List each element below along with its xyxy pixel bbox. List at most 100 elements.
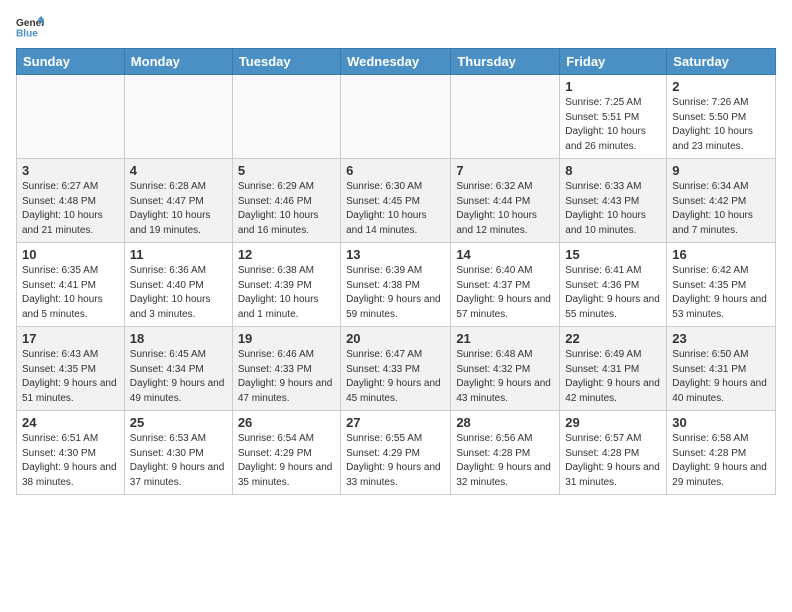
calendar-cell: 27 Sunrise: 6:55 AM Sunset: 4:29 PM Dayli… [341,411,451,495]
day-number: 16 [672,247,770,262]
calendar-cell: 11 Sunrise: 6:36 AM Sunset: 4:40 PM Dayli… [124,243,232,327]
day-info: Sunrise: 6:45 AM Sunset: 4:34 PM Dayligh… [130,348,227,406]
calendar-cell: 7 Sunrise: 6:32 AM Sunset: 4:44 PM Daylig… [451,159,560,243]
day-number: 6 [346,163,445,178]
day-info: Sunrise: 6:27 AM Sunset: 4:48 PM Dayligh… [22,180,119,238]
day-number: 27 [346,415,445,430]
day-info: Sunrise: 6:49 AM Sunset: 4:31 PM Dayligh… [565,348,661,406]
day-info: Sunrise: 6:35 AM Sunset: 4:41 PM Dayligh… [22,264,119,322]
calendar-cell: 26 Sunrise: 6:54 AM Sunset: 4:29 PM Dayli… [232,411,340,495]
calendar-cell [451,75,560,159]
day-info: Sunrise: 6:42 AM Sunset: 4:35 PM Dayligh… [672,264,770,322]
day-number: 12 [238,247,335,262]
calendar-cell [232,75,340,159]
day-info: Sunrise: 6:56 AM Sunset: 4:28 PM Dayligh… [456,432,554,490]
day-info: Sunrise: 6:41 AM Sunset: 4:36 PM Dayligh… [565,264,661,322]
day-info: Sunrise: 6:46 AM Sunset: 4:33 PM Dayligh… [238,348,335,406]
calendar-cell: 20 Sunrise: 6:47 AM Sunset: 4:33 PM Dayli… [341,327,451,411]
calendar-cell: 3 Sunrise: 6:27 AM Sunset: 4:48 PM Daylig… [17,159,125,243]
weekday-header-friday: Friday [560,49,667,75]
day-info: Sunrise: 6:54 AM Sunset: 4:29 PM Dayligh… [238,432,335,490]
calendar-week-4: 24 Sunrise: 6:51 AM Sunset: 4:30 PM Dayli… [17,411,776,495]
day-number: 20 [346,331,445,346]
day-number: 5 [238,163,335,178]
day-number: 14 [456,247,554,262]
calendar-cell: 30 Sunrise: 6:58 AM Sunset: 4:28 PM Dayli… [667,411,776,495]
calendar-week-1: 3 Sunrise: 6:27 AM Sunset: 4:48 PM Daylig… [17,159,776,243]
calendar-cell: 23 Sunrise: 6:50 AM Sunset: 4:31 PM Dayli… [667,327,776,411]
weekday-header-monday: Monday [124,49,232,75]
day-number: 13 [346,247,445,262]
day-number: 26 [238,415,335,430]
weekday-header-sunday: Sunday [17,49,125,75]
day-info: Sunrise: 6:33 AM Sunset: 4:43 PM Dayligh… [565,180,661,238]
day-number: 3 [22,163,119,178]
calendar-cell: 1 Sunrise: 7:25 AM Sunset: 5:51 PM Daylig… [560,75,667,159]
day-info: Sunrise: 6:43 AM Sunset: 4:35 PM Dayligh… [22,348,119,406]
calendar-table: SundayMondayTuesdayWednesdayThursdayFrid… [16,48,776,495]
calendar-week-2: 10 Sunrise: 6:35 AM Sunset: 4:41 PM Dayli… [17,243,776,327]
calendar-cell: 15 Sunrise: 6:41 AM Sunset: 4:36 PM Dayli… [560,243,667,327]
day-number: 1 [565,79,661,94]
calendar-cell: 2 Sunrise: 7:26 AM Sunset: 5:50 PM Daylig… [667,75,776,159]
svg-text:Blue: Blue [16,28,38,38]
day-number: 10 [22,247,119,262]
day-number: 25 [130,415,227,430]
calendar-cell: 8 Sunrise: 6:33 AM Sunset: 4:43 PM Daylig… [560,159,667,243]
day-info: Sunrise: 6:39 AM Sunset: 4:38 PM Dayligh… [346,264,445,322]
day-number: 22 [565,331,661,346]
day-number: 24 [22,415,119,430]
weekday-header-wednesday: Wednesday [341,49,451,75]
logo: General Blue [16,16,48,38]
calendar-cell: 29Sunrise: 6:57 AM Sunset: 4:28 PM Dayli… [560,411,667,495]
day-info: Sunrise: 6:40 AM Sunset: 4:37 PM Dayligh… [456,264,554,322]
calendar-cell: 22 Sunrise: 6:49 AM Sunset: 4:31 PM Dayli… [560,327,667,411]
day-number: 8 [565,163,661,178]
day-number: 28 [456,415,554,430]
day-info: Sunrise: 6:28 AM Sunset: 4:47 PM Dayligh… [130,180,227,238]
day-number: 30 [672,415,770,430]
weekday-header-tuesday: Tuesday [232,49,340,75]
calendar-week-3: 17 Sunrise: 6:43 AM Sunset: 4:35 PM Dayli… [17,327,776,411]
day-number: 11 [130,247,227,262]
calendar-cell: 12 Sunrise: 6:38 AM Sunset: 4:39 PM Dayli… [232,243,340,327]
calendar-cell [341,75,451,159]
day-number: 4 [130,163,227,178]
day-number: 23 [672,331,770,346]
day-info: Sunrise: 6:55 AM Sunset: 4:29 PM Dayligh… [346,432,445,490]
day-number: 7 [456,163,554,178]
day-info: Sunrise: 6:30 AM Sunset: 4:45 PM Dayligh… [346,180,445,238]
calendar-cell: 28 Sunrise: 6:56 AM Sunset: 4:28 PM Dayli… [451,411,560,495]
day-info: Sunrise: 7:26 AM Sunset: 5:50 PM Dayligh… [672,96,770,154]
day-number: 2 [672,79,770,94]
calendar-cell [17,75,125,159]
calendar-cell: 17 Sunrise: 6:43 AM Sunset: 4:35 PM Dayli… [17,327,125,411]
calendar-cell: 5 Sunrise: 6:29 AM Sunset: 4:46 PM Daylig… [232,159,340,243]
day-info: Sunrise: 6:50 AM Sunset: 4:31 PM Dayligh… [672,348,770,406]
weekday-header-thursday: Thursday [451,49,560,75]
day-info: Sunrise: 6:29 AM Sunset: 4:46 PM Dayligh… [238,180,335,238]
day-number: 9 [672,163,770,178]
calendar-cell: 24 Sunrise: 6:51 AM Sunset: 4:30 PM Dayli… [17,411,125,495]
day-number: 18 [130,331,227,346]
calendar-cell: 4 Sunrise: 6:28 AM Sunset: 4:47 PM Daylig… [124,159,232,243]
calendar-cell: 18 Sunrise: 6:45 AM Sunset: 4:34 PM Dayli… [124,327,232,411]
calendar-week-0: 1 Sunrise: 7:25 AM Sunset: 5:51 PM Daylig… [17,75,776,159]
calendar-cell: 25Sunrise: 6:53 AM Sunset: 4:30 PM Dayli… [124,411,232,495]
logo-icon: General Blue [16,16,44,38]
day-info: Sunrise: 6:38 AM Sunset: 4:39 PM Dayligh… [238,264,335,322]
calendar-cell: 21Sunrise: 6:48 AM Sunset: 4:32 PM Dayli… [451,327,560,411]
day-info: Sunrise: 6:57 AM Sunset: 4:28 PM Dayligh… [565,432,661,490]
day-info: Sunrise: 6:32 AM Sunset: 4:44 PM Dayligh… [456,180,554,238]
day-info: Sunrise: 6:51 AM Sunset: 4:30 PM Dayligh… [22,432,119,490]
day-number: 15 [565,247,661,262]
calendar-cell: 10 Sunrise: 6:35 AM Sunset: 4:41 PM Dayli… [17,243,125,327]
calendar-cell: 14 Sunrise: 6:40 AM Sunset: 4:37 PM Dayli… [451,243,560,327]
day-info: Sunrise: 7:25 AM Sunset: 5:51 PM Dayligh… [565,96,661,154]
day-info: Sunrise: 6:47 AM Sunset: 4:33 PM Dayligh… [346,348,445,406]
weekday-header-row: SundayMondayTuesdayWednesdayThursdayFrid… [17,49,776,75]
day-number: 17 [22,331,119,346]
day-info: Sunrise: 6:36 AM Sunset: 4:40 PM Dayligh… [130,264,227,322]
calendar-cell: 9Sunrise: 6:34 AM Sunset: 4:42 PM Daylig… [667,159,776,243]
day-info: Sunrise: 6:58 AM Sunset: 4:28 PM Dayligh… [672,432,770,490]
